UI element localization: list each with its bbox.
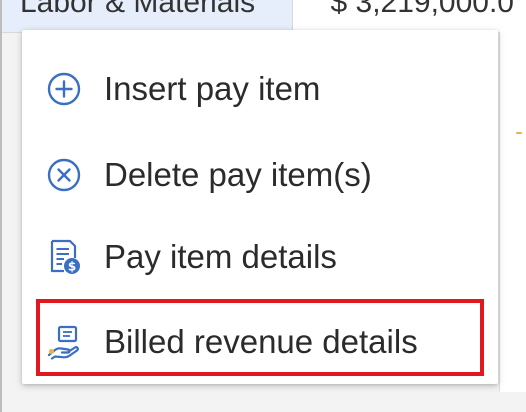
menu-item-label: Insert pay item — [104, 70, 321, 107]
menu-item-label: Pay item details — [104, 238, 337, 275]
hand-bill-icon — [44, 322, 84, 362]
background-bottom — [2, 392, 526, 412]
menu-item-insert-pay-item[interactable]: Insert pay item — [22, 48, 498, 130]
background-table-edge — [499, 32, 526, 412]
page: Labor & Materials $ 3,219,000.0 Insert p… — [0, 0, 526, 412]
status-marker — [516, 132, 522, 134]
menu-item-label: Delete pay item(s) — [104, 156, 372, 193]
plus-circle-icon — [44, 69, 84, 109]
svg-text:$: $ — [68, 260, 76, 274]
menu-item-billed-revenue-details[interactable]: Billed revenue details — [22, 301, 498, 383]
document-dollar-icon: $ — [44, 237, 84, 277]
cell-amount-text: $ 3,219,000.0 — [330, 0, 514, 19]
table-cell-description[interactable]: Labor & Materials — [2, 0, 292, 32]
table-row[interactable]: Labor & Materials $ 3,219,000.0 — [2, 0, 526, 33]
left-border — [0, 0, 2, 412]
menu-item-pay-item-details[interactable]: $ Pay item details — [22, 216, 498, 298]
table-cell-amount[interactable]: $ 3,219,000.0 — [292, 0, 526, 32]
menu-item-label: Billed revenue details — [104, 323, 418, 360]
x-circle-icon — [44, 155, 84, 195]
cell-description-text: Labor & Materials — [20, 0, 256, 19]
menu-item-delete-pay-items[interactable]: Delete pay item(s) — [22, 134, 498, 216]
context-menu: Insert pay item Delete pay item(s) $ Pay… — [22, 30, 498, 384]
